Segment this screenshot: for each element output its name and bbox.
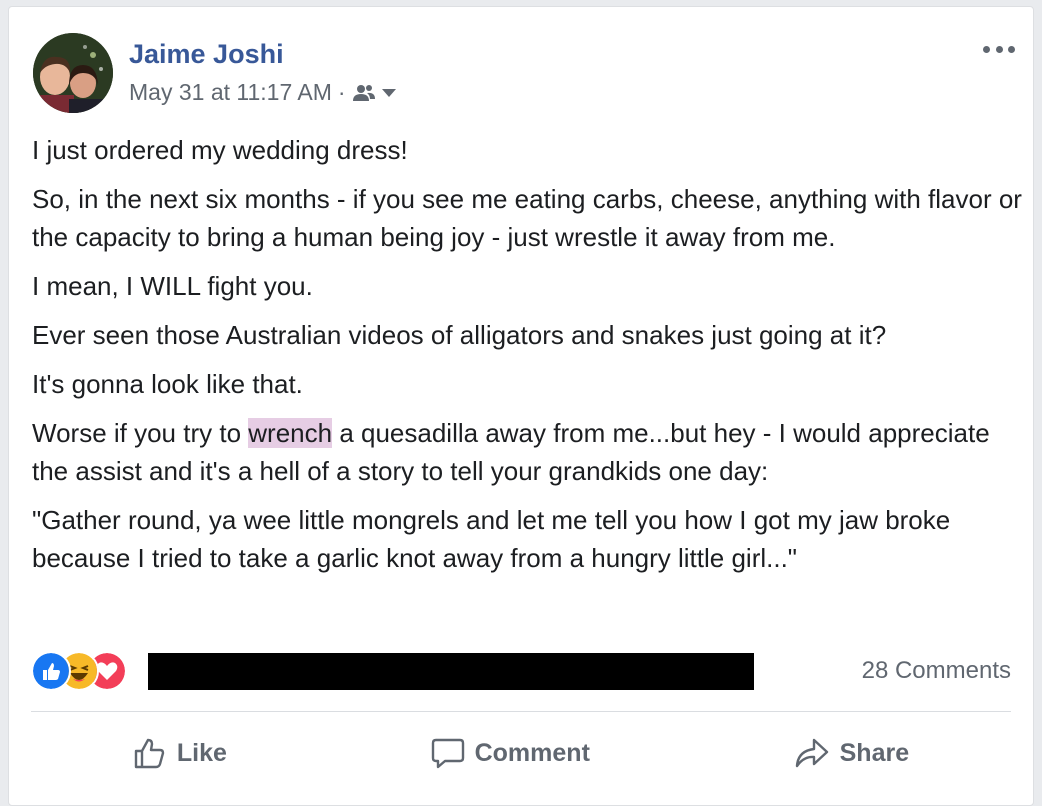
post-paragraph: It's gonna look like that. bbox=[32, 369, 303, 399]
avatar[interactable] bbox=[33, 33, 113, 113]
post-paragraph: I mean, I WILL fight you. bbox=[32, 271, 313, 301]
avatar-photo bbox=[33, 33, 113, 113]
reaction-summary[interactable] bbox=[31, 651, 127, 691]
paragraph-text: Worse if you try to bbox=[32, 418, 249, 448]
post-paragraph: So, in the next six months - if you see … bbox=[32, 184, 1022, 252]
more-options-button[interactable] bbox=[979, 37, 1019, 61]
comment-button[interactable]: Comment bbox=[411, 730, 610, 776]
like-reaction-icon bbox=[31, 651, 71, 691]
author-name[interactable]: Jaime Joshi bbox=[129, 39, 284, 70]
thumbs-up-icon bbox=[134, 738, 165, 769]
divider bbox=[31, 711, 1011, 712]
comments-count-link[interactable]: 28 Comments bbox=[862, 657, 1011, 685]
like-label: Like bbox=[176, 738, 227, 767]
post-paragraph: Ever seen those Australian videos of all… bbox=[32, 320, 887, 350]
caret-down-icon bbox=[381, 88, 396, 97]
more-icon-dot bbox=[1008, 45, 1015, 53]
more-icon-dot bbox=[995, 45, 1003, 53]
meta-separator: · bbox=[337, 79, 346, 105]
share-label: Share bbox=[839, 738, 910, 767]
post-card: Jaime Joshi May 31 at 11:17 AM · I just … bbox=[8, 6, 1034, 806]
comment-icon bbox=[431, 738, 464, 769]
friends-icon bbox=[352, 84, 375, 101]
post-paragraph: I just ordered my wedding dress! bbox=[32, 135, 408, 165]
share-button[interactable]: Share bbox=[774, 730, 929, 776]
like-button[interactable]: Like bbox=[113, 730, 247, 776]
more-icon-dot bbox=[983, 45, 990, 53]
comment-label: Comment bbox=[474, 738, 590, 767]
post-paragraph: "Gather round, ya wee little mongrels an… bbox=[32, 505, 951, 573]
post-timestamp[interactable]: May 31 at 11:17 AM bbox=[129, 79, 332, 106]
audience-selector[interactable] bbox=[352, 83, 398, 103]
post-meta: May 31 at 11:17 AM · bbox=[129, 79, 398, 106]
redacted-reactors bbox=[148, 653, 754, 690]
highlighted-word: wrench bbox=[248, 418, 333, 448]
post-paragraph: Worse if you try to wrench a quesadilla … bbox=[32, 414, 1022, 490]
action-bar: Like Comment Share bbox=[31, 723, 1011, 783]
post-body: I just ordered my wedding dress! So, in … bbox=[32, 131, 1022, 588]
share-icon bbox=[795, 738, 828, 768]
